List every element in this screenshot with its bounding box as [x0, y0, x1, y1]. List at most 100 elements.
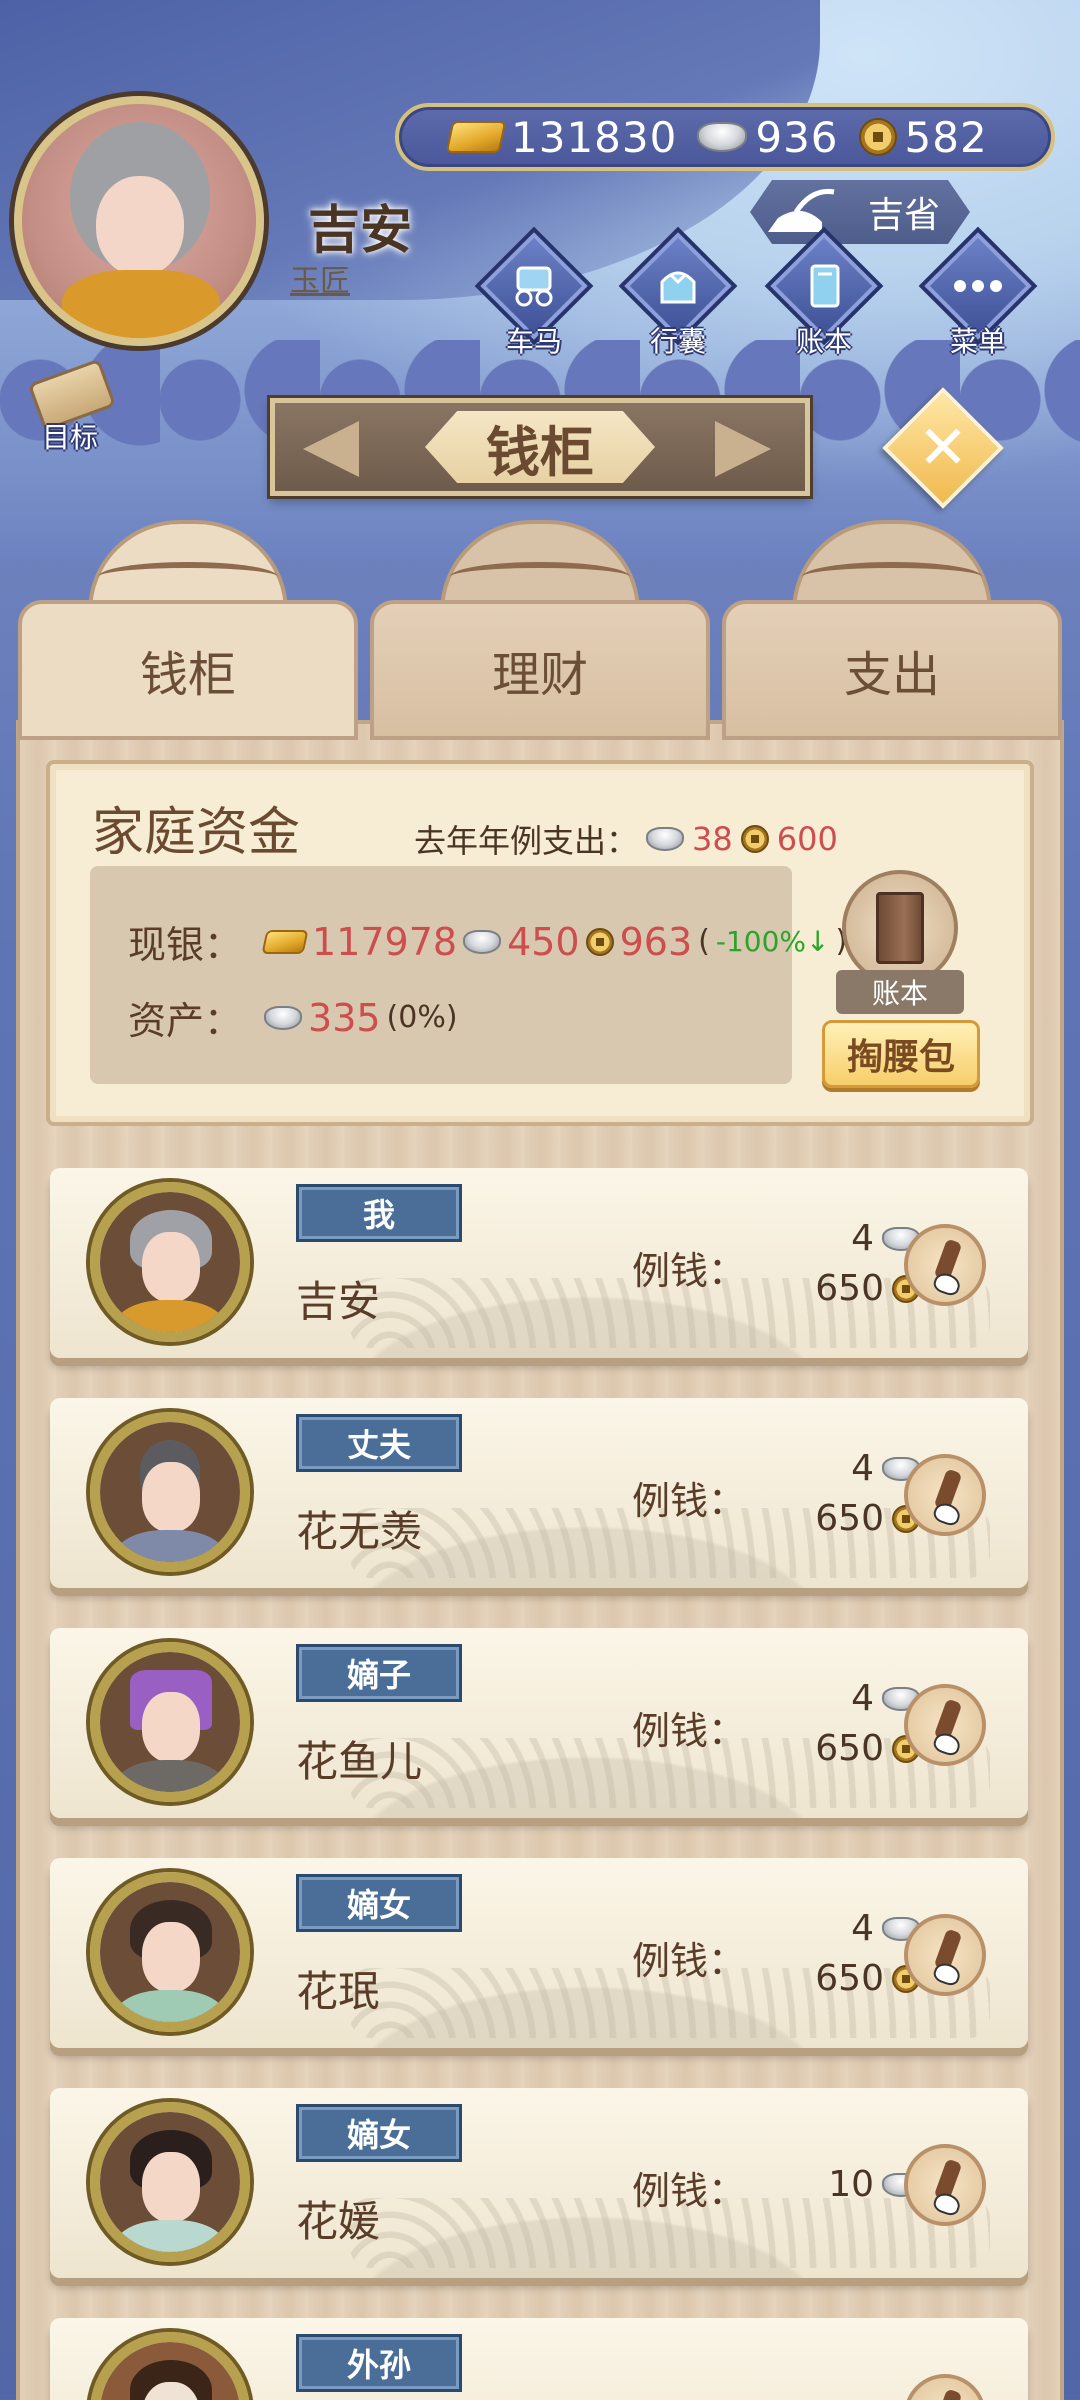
- cash-copper: 963: [619, 919, 693, 964]
- member-name: 花鱼儿: [296, 1737, 423, 1786]
- edit-stipend-button[interactable]: [904, 1224, 986, 1306]
- member-avatar[interactable]: [90, 2102, 250, 2262]
- avatar-robe: [114, 2220, 226, 2252]
- avatar-robe: [114, 1990, 226, 2022]
- edit-stipend-button[interactable]: [904, 1914, 986, 1996]
- stipend-label: 例钱：: [632, 2169, 747, 2213]
- silver-ingot-icon: [646, 827, 685, 851]
- stipend-label: 例钱：: [632, 1479, 747, 1523]
- member-card: 嫡子 花鱼儿 例钱： 4 650: [50, 1628, 1028, 1818]
- member-name: 花珉: [296, 1967, 381, 2016]
- stipend-silver-value: 4: [851, 1908, 874, 1949]
- stipend-silver: 10: [750, 2164, 920, 2205]
- nav-ledger-button[interactable]: 账本: [764, 226, 884, 370]
- member-avatar[interactable]: [90, 1642, 250, 1802]
- member-card: 外孙: [50, 2318, 1028, 2400]
- stipend-copper: 650: [750, 1958, 920, 1999]
- stipend-copper-value: 650: [815, 1728, 884, 1769]
- resource-bar: 131830 936 582: [395, 103, 1055, 171]
- edit-stipend-button[interactable]: [904, 1684, 986, 1766]
- stipend-silver: 4: [750, 1448, 920, 1489]
- stipend-silver: 4: [750, 1678, 920, 1719]
- stipend-copper-value: 650: [815, 1498, 884, 1539]
- stipend-label: 例钱：: [632, 1939, 747, 1983]
- stipend-copper: 650: [750, 1728, 920, 1769]
- player-name: 吉安: [308, 201, 413, 261]
- purse-button[interactable]: 掏腰包: [822, 1020, 980, 1088]
- assets-row: 资产： 335 (0%): [128, 990, 458, 1045]
- member-avatar[interactable]: [90, 1182, 250, 1342]
- goal-label: 目标: [41, 421, 98, 454]
- avatar-face: [142, 1462, 200, 1532]
- member-role-badge: 我: [296, 1184, 462, 1242]
- tab-expense[interactable]: 支出: [722, 520, 1062, 740]
- silver-count: 936: [755, 112, 839, 162]
- stipend-silver-value: 4: [851, 1218, 874, 1259]
- stipend-silver-value: 4: [851, 1448, 874, 1489]
- page-title: 钱柜: [425, 411, 655, 483]
- silver-ingot-icon: [463, 929, 502, 954]
- member-avatar[interactable]: [90, 1412, 250, 1572]
- chevron-right-ornament: [715, 421, 771, 477]
- copper-coin-icon: [858, 118, 897, 156]
- tab-label: 支出: [722, 600, 1062, 740]
- member-name: 花无羡: [296, 1507, 423, 1556]
- stipend-copper: 650: [750, 1268, 920, 1309]
- copper-coin-icon: [585, 927, 614, 956]
- edit-stipend-button[interactable]: [904, 1454, 986, 1536]
- avatar-face: [142, 1232, 200, 1302]
- tab-vault[interactable]: 钱柜: [18, 520, 358, 740]
- stipend-label: 例钱：: [632, 1709, 747, 1753]
- member-role-badge: 嫡女: [296, 2104, 462, 2162]
- silver-ingot-icon: [697, 122, 748, 152]
- cash-row: 现银： 117978 450 963 ( -100%↓ ): [128, 914, 847, 969]
- gold-ingot-icon: [445, 121, 507, 153]
- player-avatar[interactable]: [14, 96, 264, 346]
- goal-button[interactable]: 目标: [10, 358, 130, 460]
- page-title-banner: 钱柜: [270, 398, 810, 496]
- edit-stipend-button[interactable]: [904, 2144, 986, 2226]
- member-role-badge: 嫡子: [296, 1644, 462, 1702]
- carriage-icon: [504, 258, 564, 314]
- avatar-face: [96, 176, 184, 276]
- nav-label: 行囊: [649, 325, 706, 358]
- nav-menu-button[interactable]: 菜单: [918, 226, 1038, 370]
- member-card: 我 吉安 例钱： 4 650: [50, 1168, 1028, 1358]
- avatar-robe: [62, 270, 220, 338]
- avatar-robe: [114, 1300, 226, 1332]
- member-card: 嫡女 花媛 例钱： 10: [50, 2088, 1028, 2278]
- funds-detail-box: [90, 866, 792, 1084]
- nav-bundle-button[interactable]: 行囊: [618, 226, 738, 370]
- member-name: 吉安: [296, 1277, 381, 1326]
- last-year-expense: 去年年例支出： 38 600: [414, 816, 838, 862]
- avatar-robe: [114, 1530, 226, 1562]
- cloud-swirl-ornament: [450, 562, 630, 592]
- nav-label: 车马: [505, 325, 562, 358]
- brush-icon: [933, 2388, 963, 2400]
- tab-finance[interactable]: 理财: [370, 520, 710, 740]
- avatar-face: [142, 2152, 200, 2222]
- stipend-silver-value: 10: [828, 2164, 874, 2205]
- member-avatar[interactable]: [90, 2332, 250, 2400]
- nav-carriage-button[interactable]: 车马: [474, 226, 594, 370]
- cloud-swirl-ornament: [802, 562, 982, 592]
- ledger-icon: [794, 258, 854, 314]
- edit-stipend-button[interactable]: [904, 2374, 986, 2400]
- assets-label: 资产：: [128, 999, 243, 1043]
- assets-silver: 335: [308, 995, 381, 1040]
- cash-gold: 117978: [312, 919, 458, 964]
- nav-label: 菜单: [949, 325, 1006, 358]
- region-label: 吉省: [867, 195, 940, 236]
- cash-change-open: (: [698, 924, 710, 959]
- cash-silver: 450: [507, 919, 580, 964]
- player-title[interactable]: 玉匠: [290, 256, 350, 300]
- avatar-face: [142, 1922, 200, 1992]
- stipend-silver: 4: [750, 1908, 920, 1949]
- family-funds-title: 家庭资金: [92, 803, 301, 863]
- member-name: 花媛: [296, 2197, 381, 2246]
- last-year-label: 去年年例支出：: [414, 822, 639, 860]
- member-avatar[interactable]: [90, 1872, 250, 2032]
- ledger-label: 账本: [836, 970, 964, 1014]
- copper-count: 582: [904, 112, 988, 162]
- avatar-robe: [114, 1760, 226, 1792]
